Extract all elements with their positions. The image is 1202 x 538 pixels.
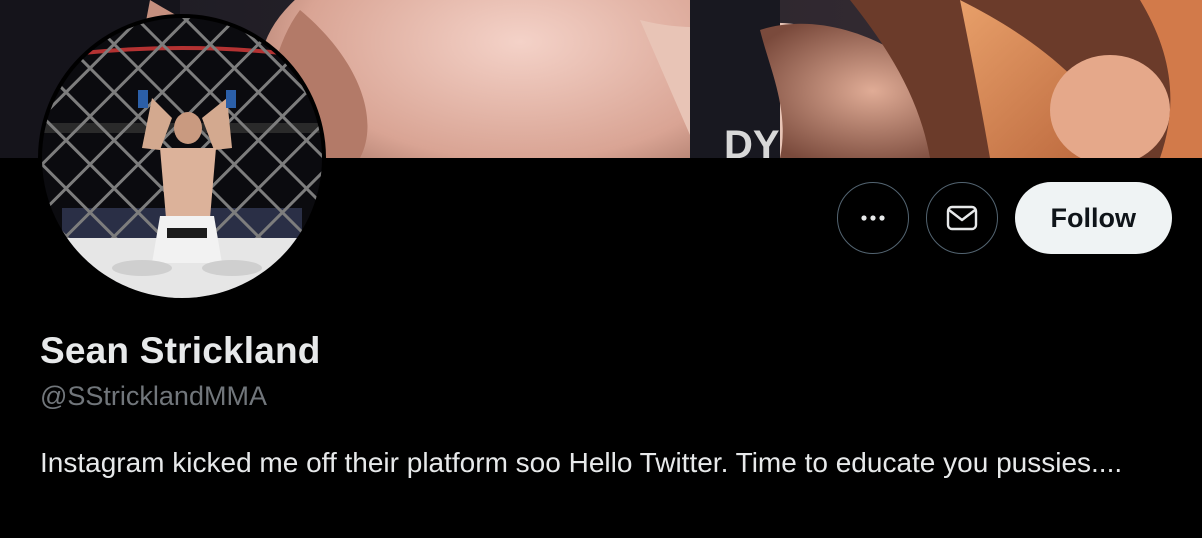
svg-text:DY: DY bbox=[724, 123, 780, 158]
more-button[interactable] bbox=[836, 182, 909, 254]
avatar[interactable] bbox=[38, 14, 326, 302]
message-button[interactable] bbox=[925, 182, 998, 254]
avatar-image bbox=[42, 18, 322, 298]
profile-actions: Follow bbox=[836, 182, 1172, 254]
profile-bio: Instagram kicked me off their platform s… bbox=[40, 447, 1123, 478]
follow-button[interactable]: Follow bbox=[1014, 182, 1172, 254]
user-handle: @SStricklandMMA bbox=[40, 381, 267, 411]
display-name: Sean Strickland bbox=[40, 330, 321, 371]
more-horizontal-icon bbox=[860, 215, 885, 221]
envelope-icon bbox=[946, 205, 977, 231]
